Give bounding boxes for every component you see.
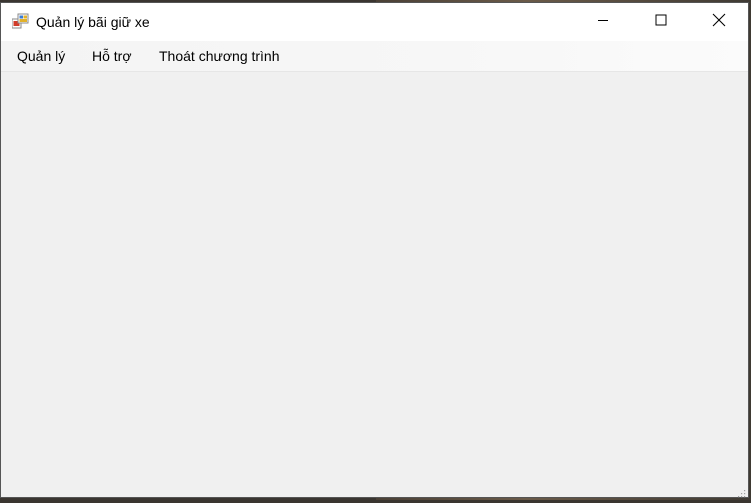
menu-bar: Quản lý Hỗ trợ Thoát chương trình — [1, 41, 748, 72]
window-title: Quản lý bãi giữ xe — [36, 14, 150, 30]
client-area — [1, 72, 748, 498]
menu-item-quan-ly[interactable]: Quản lý — [17, 48, 65, 64]
close-icon — [712, 13, 726, 32]
app-window: Quản lý bãi giữ xe Quản lý Hỗ trợ Thoát … — [0, 2, 749, 498]
close-button[interactable] — [690, 3, 748, 41]
maximize-icon — [655, 13, 667, 31]
menu-item-thoat-chuong-trinh[interactable]: Thoát chương trình — [159, 48, 280, 64]
menu-item-ho-tro[interactable]: Hỗ trợ — [92, 48, 132, 64]
resize-grip-icon[interactable] — [736, 485, 746, 498]
maximize-button[interactable] — [632, 3, 690, 41]
app-icon[interactable] — [11, 13, 29, 30]
minimize-button[interactable] — [574, 3, 632, 41]
minimize-icon — [597, 13, 609, 31]
title-bar[interactable]: Quản lý bãi giữ xe — [1, 3, 748, 41]
